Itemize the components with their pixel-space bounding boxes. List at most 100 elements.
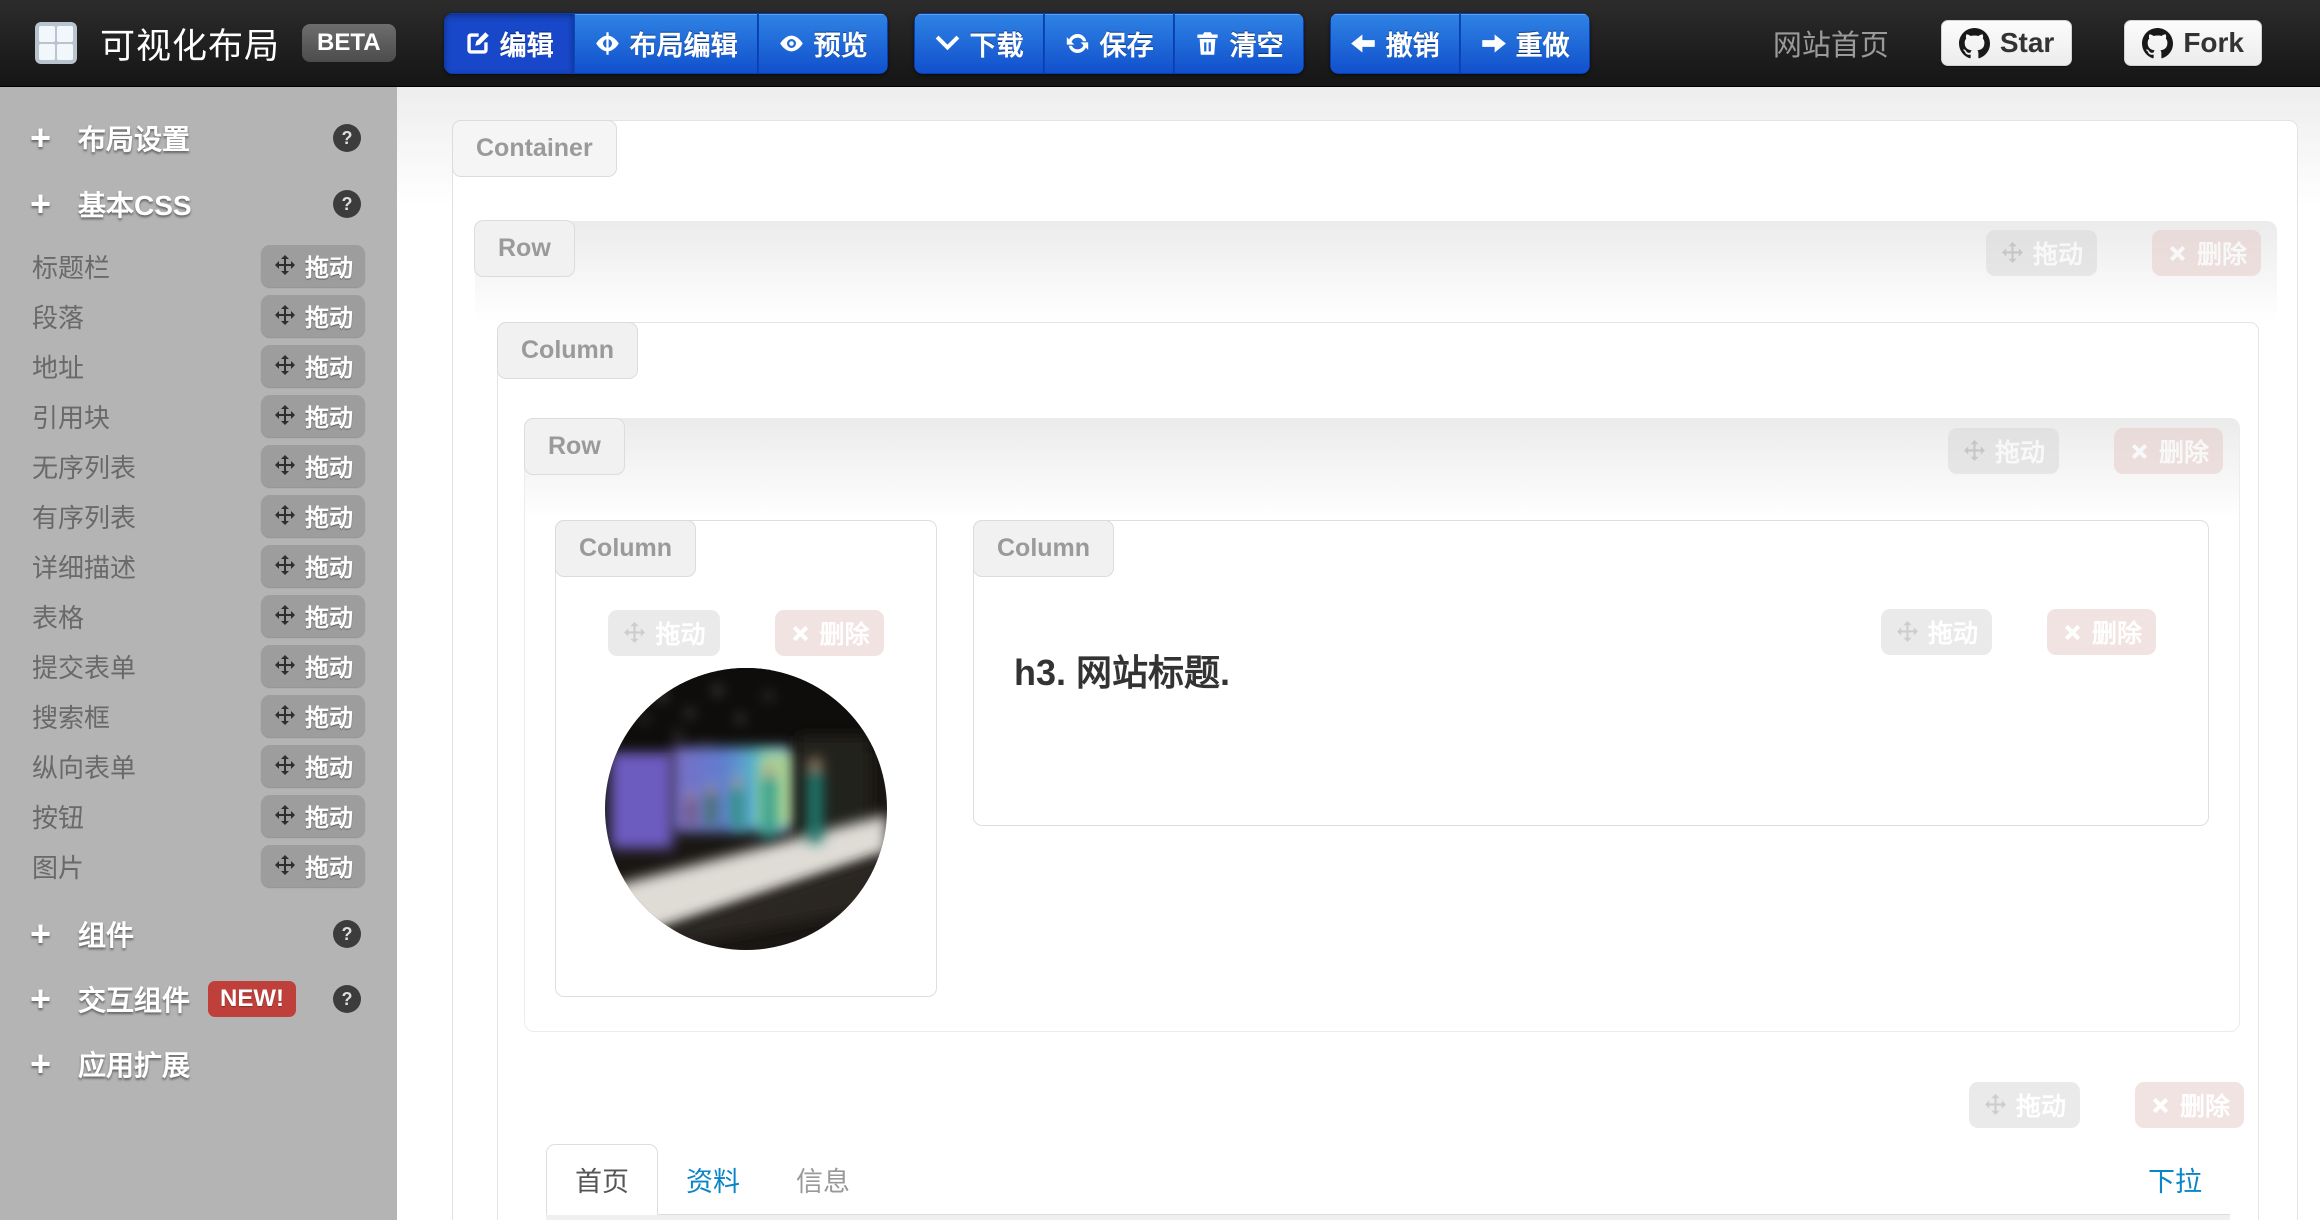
sidebar-section-app-extensions[interactable]: + 应用扩展: [0, 1041, 397, 1087]
github-fork-button[interactable]: Fork: [2124, 20, 2262, 66]
sidebar-item-heading: 标题栏 拖动: [0, 241, 397, 291]
canvas: Container Row 拖动 删除 Column Row 拖动 删除: [397, 87, 2320, 1220]
tab-bar: 首页 资料 信息 下拉: [546, 1144, 2230, 1215]
row-drag-button[interactable]: 拖动: [1948, 428, 2059, 474]
widget-controls: 拖动 删除: [546, 1082, 2244, 1128]
move-icon: [273, 504, 297, 528]
drag-handle[interactable]: 拖动: [261, 695, 365, 737]
brand: 可视化布局 BETA: [0, 18, 396, 69]
help-icon[interactable]: ?: [333, 920, 361, 948]
outer-column-box: Column Row 拖动 删除 Column 拖动 删除: [497, 322, 2259, 1220]
chevron-down-icon: [934, 30, 961, 57]
drag-handle[interactable]: 拖动: [261, 395, 365, 437]
tab-profile[interactable]: 资料: [658, 1145, 768, 1214]
navbar-right: 网站首页 Star Fork: [1773, 20, 2320, 66]
help-icon[interactable]: ?: [333, 190, 361, 218]
sidebar-item-description-list: 详细描述 拖动: [0, 541, 397, 591]
sidebar: + 布局设置 ? + 基本CSS ? 标题栏 拖动 段落 拖动 地址 拖动 引用…: [0, 87, 397, 1220]
help-icon[interactable]: ?: [333, 985, 361, 1013]
drag-handle[interactable]: 拖动: [261, 445, 365, 487]
widget-controls: 拖动 删除: [556, 610, 936, 656]
octocat-icon: [1959, 28, 1990, 59]
move-icon: [273, 454, 297, 478]
move-icon: [1983, 1093, 2008, 1118]
help-icon[interactable]: ?: [333, 124, 361, 152]
trash-icon: [1194, 30, 1221, 57]
image-column-box: Column 拖动 删除: [555, 520, 937, 997]
clear-button[interactable]: 清空: [1174, 13, 1304, 74]
move-icon: [273, 354, 297, 378]
tab-info[interactable]: 信息: [768, 1145, 878, 1214]
circular-runway-photo: [605, 668, 887, 950]
sidebar-item-paragraph: 段落 拖动: [0, 291, 397, 341]
row-drag-button[interactable]: 拖动: [1986, 230, 2097, 276]
sidebar-section-interactive-components[interactable]: + 交互组件 NEW! ?: [0, 976, 397, 1022]
move-icon: [273, 554, 297, 578]
drag-handle[interactable]: 拖动: [261, 645, 365, 687]
move-icon: [273, 754, 297, 778]
tab-dropdown[interactable]: 下拉: [2120, 1145, 2230, 1214]
sidebar-item-vertical-form: 纵向表单 拖动: [0, 741, 397, 791]
widget-drag-button[interactable]: 拖动: [1881, 609, 1992, 655]
beta-badge: BETA: [302, 24, 396, 62]
preview-button[interactable]: 预览: [758, 13, 888, 74]
drag-handle[interactable]: 拖动: [261, 745, 365, 787]
widget-drag-button[interactable]: 拖动: [608, 610, 719, 656]
widget-controls: 拖动 删除: [1881, 609, 2156, 655]
x-icon: [789, 622, 812, 645]
container-box: Container Row 拖动 删除 Column Row 拖动 删除: [452, 120, 2298, 1220]
app-title: 可视化布局: [100, 18, 280, 69]
widget-delete-button[interactable]: 删除: [2135, 1082, 2244, 1128]
drag-handle[interactable]: 拖动: [261, 795, 365, 837]
sidebar-item-blockquote: 引用块 拖动: [0, 391, 397, 441]
sidebar-section-layout-settings[interactable]: + 布局设置 ?: [0, 115, 397, 161]
download-button[interactable]: 下载: [914, 13, 1044, 74]
move-icon: [273, 704, 297, 728]
drag-handle[interactable]: 拖动: [261, 545, 365, 587]
plus-icon: +: [30, 913, 78, 955]
row-delete-button[interactable]: 删除: [2114, 428, 2223, 474]
drag-handle[interactable]: 拖动: [261, 345, 365, 387]
widget-delete-button[interactable]: 删除: [775, 610, 884, 656]
drag-handle[interactable]: 拖动: [261, 845, 365, 887]
edit-button[interactable]: 编辑: [444, 13, 574, 74]
x-icon: [2128, 440, 2151, 463]
toolbar: 编辑 布局编辑 预览 下载 保存 清空: [444, 13, 1590, 74]
sidebar-item-unordered-list: 无序列表 拖动: [0, 441, 397, 491]
move-icon: [1962, 439, 1987, 464]
row-controls: 拖动 删除: [1948, 428, 2223, 474]
tabs-widget: 拖动 删除 首页 资料 信息 下拉: [546, 1082, 2230, 1220]
move-icon: [273, 404, 297, 428]
tab-home[interactable]: 首页: [546, 1144, 658, 1215]
sidebar-item-table: 表格 拖动: [0, 591, 397, 641]
sidebar-section-components[interactable]: + 组件 ?: [0, 911, 397, 957]
row-label: Row: [474, 220, 575, 277]
octocat-icon: [2142, 28, 2173, 59]
tab-panel: [546, 1215, 2230, 1220]
widget-delete-button[interactable]: 删除: [2047, 609, 2156, 655]
container-label: Container: [452, 120, 617, 177]
drag-handle[interactable]: 拖动: [261, 595, 365, 637]
plus-icon: +: [30, 117, 78, 159]
save-button[interactable]: 保存: [1044, 13, 1174, 74]
drag-handle[interactable]: 拖动: [261, 495, 365, 537]
undo-button[interactable]: 撤销: [1330, 13, 1460, 74]
mode-button-group: 编辑 布局编辑 预览: [444, 13, 888, 74]
sidebar-section-basic-css[interactable]: + 基本CSS ?: [0, 181, 397, 227]
plus-icon: +: [30, 978, 78, 1020]
layout-edit-button[interactable]: 布局编辑: [574, 13, 758, 74]
site-home-link[interactable]: 网站首页: [1773, 22, 1889, 64]
drag-handle[interactable]: 拖动: [261, 295, 365, 337]
row-delete-button[interactable]: 删除: [2152, 230, 2261, 276]
plus-icon: +: [30, 1043, 78, 1085]
redo-button[interactable]: 重做: [1460, 13, 1590, 74]
row-label: Row: [524, 418, 625, 475]
move-icon: [273, 304, 297, 328]
widget-drag-button[interactable]: 拖动: [1969, 1082, 2080, 1128]
sidebar-item-button: 按钮 拖动: [0, 791, 397, 841]
inner-row-box: Row 拖动 删除 Column 拖动 删除: [524, 418, 2240, 1032]
x-icon: [2061, 621, 2084, 644]
sidebar-item-address: 地址 拖动: [0, 341, 397, 391]
drag-handle[interactable]: 拖动: [261, 245, 365, 287]
github-star-button[interactable]: Star: [1941, 20, 2072, 66]
